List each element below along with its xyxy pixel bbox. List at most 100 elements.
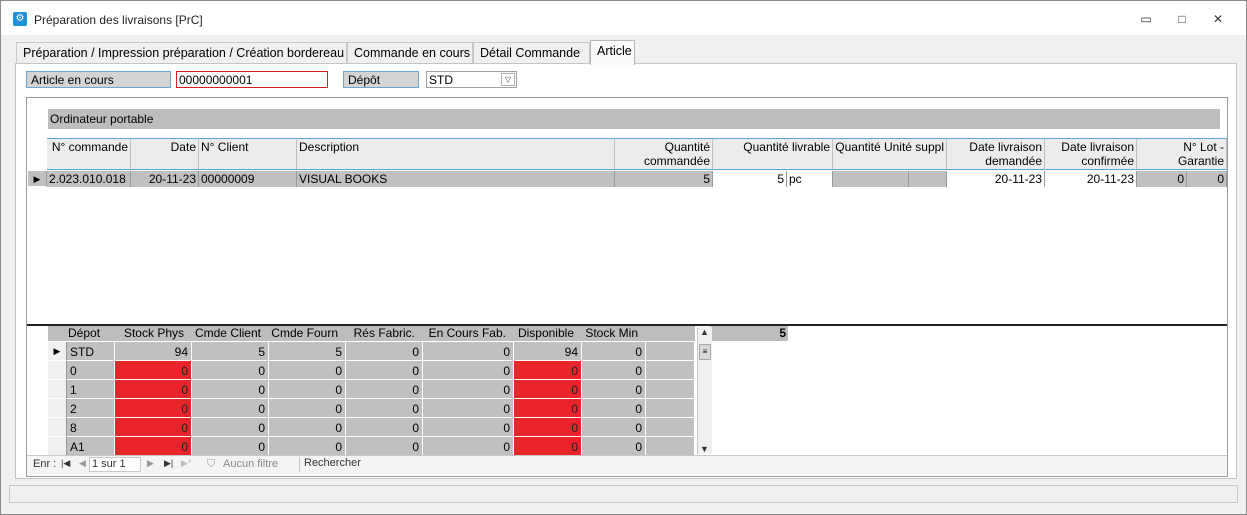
col-header-date-demandee[interactable]: Date livraison demandée bbox=[947, 138, 1045, 170]
cell-qte-unite-suppl[interactable] bbox=[833, 171, 909, 187]
stock-cell[interactable]: 0 bbox=[115, 380, 192, 399]
col-header-qte-commandee[interactable]: Quantité commandée bbox=[615, 138, 713, 170]
stock-header-phys[interactable]: Stock Phys bbox=[109, 326, 186, 341]
filter-icon[interactable]: ⛉ bbox=[207, 458, 215, 471]
last-record-icon[interactable]: ▶| bbox=[164, 458, 173, 469]
row-selector[interactable] bbox=[48, 437, 67, 456]
stock-cell[interactable]: 0 bbox=[115, 418, 192, 437]
stock-cell[interactable]: 0 bbox=[115, 399, 192, 418]
scroll-up-icon[interactable]: ▲ bbox=[700, 327, 709, 337]
stock-cell[interactable]: 0 bbox=[192, 361, 269, 380]
stock-scrollbar[interactable]: ▲ ≡ ▼ bbox=[697, 327, 712, 454]
row-selector-icon[interactable]: ▶ bbox=[28, 171, 47, 187]
stock-cell[interactable]: 0 bbox=[582, 399, 646, 418]
stock-cell[interactable]: 0 bbox=[192, 399, 269, 418]
stock-cell[interactable]: 94 bbox=[115, 342, 192, 361]
cell-date[interactable]: 20-11-23 bbox=[131, 171, 199, 187]
row-selector[interactable] bbox=[48, 380, 67, 399]
row-selector-icon[interactable]: ▶ bbox=[48, 342, 67, 361]
stock-cell[interactable]: 0 bbox=[346, 342, 423, 361]
stock-cell[interactable]: 0 bbox=[346, 418, 423, 437]
stock-depot[interactable]: 0 bbox=[67, 361, 115, 380]
stock-cell[interactable]: 0 bbox=[514, 418, 582, 437]
stock-header-stock-min[interactable]: Stock Min bbox=[576, 326, 640, 341]
stock-cell[interactable]: 0 bbox=[346, 380, 423, 399]
no-filter-button[interactable]: Aucun filtre bbox=[223, 458, 278, 470]
row-selector[interactable] bbox=[48, 399, 67, 418]
stock-depot[interactable]: 2 bbox=[67, 399, 115, 418]
stock-depot[interactable]: A1 bbox=[67, 437, 115, 456]
stock-depot[interactable]: 1 bbox=[67, 380, 115, 399]
stock-header-cmde-client[interactable]: Cmde Client bbox=[186, 326, 263, 341]
col-header-date[interactable]: Date bbox=[131, 138, 199, 170]
stock-cell[interactable]: 0 bbox=[514, 361, 582, 380]
stock-header-disponible[interactable]: Disponible bbox=[508, 326, 576, 341]
row-selector[interactable] bbox=[48, 418, 67, 437]
search-input[interactable]: Rechercher bbox=[299, 457, 365, 472]
stock-cell[interactable]: 0 bbox=[514, 437, 582, 456]
stock-cell[interactable]: 0 bbox=[192, 380, 269, 399]
cell-description[interactable]: VISUAL BOOKS bbox=[297, 171, 615, 187]
stock-cell[interactable]: 0 bbox=[269, 361, 346, 380]
stock-cell[interactable]: 0 bbox=[269, 437, 346, 456]
stock-header-depot[interactable]: Dépot bbox=[48, 326, 109, 341]
stock-cell[interactable]: 0 bbox=[423, 437, 514, 456]
stock-cell[interactable]: 0 bbox=[346, 437, 423, 456]
depot-select[interactable]: STD ▽ bbox=[426, 71, 517, 88]
scroll-down-icon[interactable]: ▼ bbox=[700, 444, 709, 454]
col-header-qte-livrable[interactable]: Quantité livrable bbox=[713, 138, 833, 170]
stock-cell[interactable]: 0 bbox=[192, 418, 269, 437]
stock-cell[interactable]: 0 bbox=[269, 399, 346, 418]
stock-cell[interactable]: 0 bbox=[514, 380, 582, 399]
cell-qte-commandee[interactable]: 5 bbox=[615, 171, 713, 187]
col-header-date-confirmee[interactable]: Date livraison confirmée bbox=[1045, 138, 1137, 170]
stock-cell[interactable]: 0 bbox=[423, 418, 514, 437]
stock-cell[interactable]: 0 bbox=[582, 418, 646, 437]
row-selector[interactable] bbox=[48, 361, 67, 380]
stock-cell[interactable]: 0 bbox=[423, 361, 514, 380]
col-header-qte-unite-suppl[interactable]: Quantité Unité suppl bbox=[833, 138, 947, 170]
minimize-button[interactable]: ▭ bbox=[1131, 9, 1161, 29]
cell-lot-1[interactable]: 0 bbox=[1137, 171, 1187, 187]
stock-cell[interactable]: 0 bbox=[582, 342, 646, 361]
stock-cell[interactable]: 0 bbox=[582, 437, 646, 456]
stock-header-en-cours-fab[interactable]: En Cours Fab. bbox=[417, 326, 508, 341]
stock-header-cmde-fourn[interactable]: Cmde Fourn bbox=[263, 326, 340, 341]
cell-unite[interactable]: pc bbox=[787, 171, 833, 187]
stock-cell[interactable]: 0 bbox=[115, 437, 192, 456]
col-header-client[interactable]: N° Client bbox=[199, 138, 297, 170]
stock-cell[interactable]: 0 bbox=[582, 361, 646, 380]
stock-cell[interactable]: 0 bbox=[269, 380, 346, 399]
stock-cell[interactable]: 0 bbox=[346, 399, 423, 418]
close-button[interactable]: ✕ bbox=[1203, 9, 1233, 29]
tab-commande-en-cours[interactable]: Commande en cours bbox=[347, 42, 473, 64]
stock-cell[interactable]: 0 bbox=[423, 380, 514, 399]
stock-cell[interactable]: 0 bbox=[423, 399, 514, 418]
stock-cell[interactable]: 0 bbox=[346, 361, 423, 380]
stock-depot[interactable]: 8 bbox=[67, 418, 115, 437]
stock-cell[interactable]: 0 bbox=[514, 399, 582, 418]
cell-lot-2[interactable]: 0 bbox=[1187, 171, 1227, 187]
stock-cell[interactable]: 0 bbox=[269, 418, 346, 437]
stock-cell[interactable]: 5 bbox=[192, 342, 269, 361]
article-input[interactable]: 00000000001 bbox=[176, 71, 328, 88]
record-position-input[interactable]: 1 sur 1 bbox=[89, 457, 141, 472]
new-record-icon[interactable]: ▶* bbox=[181, 458, 191, 469]
cell-no-commande[interactable]: 2.023.010.018 bbox=[47, 171, 131, 187]
stock-cell[interactable]: 94 bbox=[514, 342, 582, 361]
first-record-icon[interactable]: |◀ bbox=[61, 458, 70, 469]
stock-cell[interactable]: 5 bbox=[269, 342, 346, 361]
col-header-no-commande[interactable]: N° commande bbox=[47, 138, 131, 170]
stock-depot[interactable]: STD bbox=[67, 342, 115, 361]
prev-record-icon[interactable]: ◀ bbox=[79, 458, 86, 469]
stock-cell[interactable]: 0 bbox=[582, 380, 646, 399]
tab-preparation[interactable]: Préparation / Impression préparation / C… bbox=[16, 42, 347, 64]
col-header-lot-garantie[interactable]: N° Lot - Garantie bbox=[1137, 138, 1227, 170]
scroll-thumb[interactable]: ≡ bbox=[699, 344, 711, 360]
cell-qte-livrable[interactable]: 5 bbox=[713, 171, 787, 187]
stock-cell[interactable]: 0 bbox=[115, 361, 192, 380]
col-header-description[interactable]: Description bbox=[297, 138, 615, 170]
next-record-icon[interactable]: ▶ bbox=[147, 458, 154, 469]
chevron-down-icon[interactable]: ▽ bbox=[501, 73, 515, 86]
tab-detail-commande[interactable]: Détail Commande bbox=[473, 42, 590, 64]
